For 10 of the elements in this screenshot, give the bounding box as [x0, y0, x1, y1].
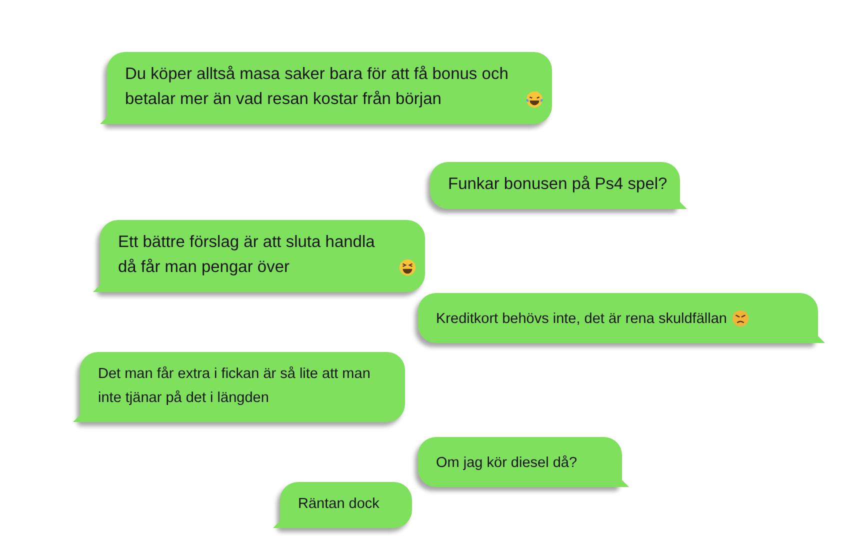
message-text: Om jag kör diesel då? — [436, 454, 578, 473]
message-text: Räntan dock — [298, 495, 380, 514]
laughing-tears-emoji-icon — [525, 90, 544, 109]
angry-emoji-icon — [730, 309, 750, 328]
message-text: Det man får extra i fickan är så lite att man inte tjänar på det i längden — [98, 365, 372, 408]
message-text: Du köper alltså masa saker bara för att få bonus och betalar mer än vad resan kostar från början — [125, 64, 510, 110]
message-text: Ett bättre förslag är att sluta handla då får man pengar över — [118, 232, 376, 278]
grinning-emoji-icon — [398, 258, 417, 277]
message-text: Kreditkort behövs inte, det är rena skuldfällan — [436, 310, 727, 329]
message-text: Funkar bonusen på Ps4 spel? — [448, 174, 668, 195]
